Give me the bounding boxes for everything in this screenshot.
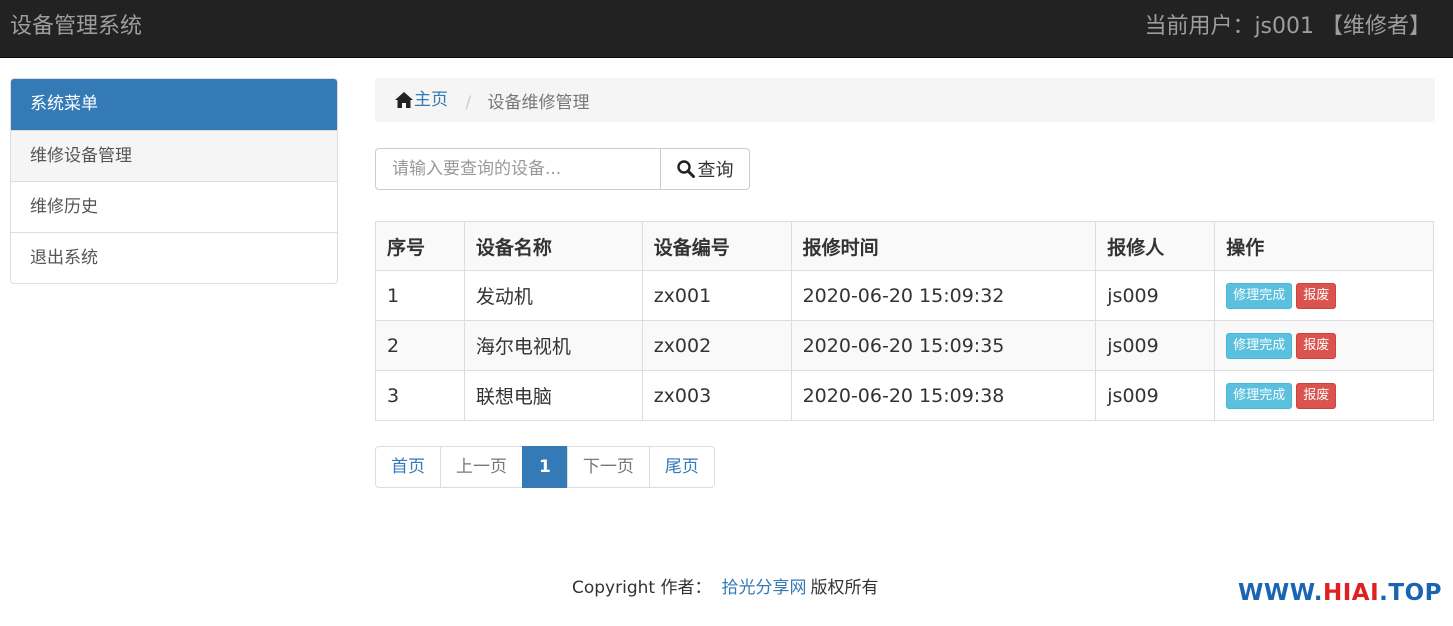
breadcrumb-current: 设备维修管理 [487,93,590,113]
home-icon [395,92,413,108]
sidebar-item-repair-history[interactable]: 维修历史 [11,181,337,232]
cell-no: 3 [375,370,465,421]
search-input[interactable] [375,148,661,190]
table-header-row: 序号 设备名称 设备编号 报修时间 报修人 操作 [375,221,1434,271]
sidebar: 系统菜单 维修设备管理 维修历史 退出系统 [10,78,338,284]
table-row: 2 海尔电视机 zx002 2020-06-20 15:09:35 js009 … [375,320,1434,371]
cell-no: 1 [375,270,465,321]
cell-device-name: 海尔电视机 [463,320,643,371]
cell-reporter: js009 [1095,320,1216,371]
breadcrumb: 主页 / 设备维修管理 [375,78,1435,122]
column-header-report-time: 报修时间 [790,221,1097,271]
column-header-actions: 操作 [1214,221,1434,271]
cell-report-time: 2020-06-20 15:09:32 [790,270,1097,321]
watermark-part-top: .TOP [1379,580,1442,606]
cell-no: 2 [375,320,465,371]
current-user-info: 当前用户：js001 【维修者】 [1144,14,1431,39]
repair-complete-button[interactable]: 修理完成 [1226,332,1293,359]
top-navbar: 设备管理系统 当前用户：js001 【维修者】 [0,0,1453,58]
search-button-label: 查询 [697,160,734,181]
cell-reporter: js009 [1095,270,1216,321]
page-prev-link[interactable]: 上一页 [440,446,523,488]
scrap-button[interactable]: 报废 [1296,382,1337,409]
footer-copyright-suffix: 版权所有 [810,578,879,598]
column-header-device-code: 设备编号 [641,221,792,271]
search-icon [676,160,695,178]
column-header-reporter: 报修人 [1095,221,1216,271]
repair-complete-button[interactable]: 修理完成 [1226,282,1293,309]
footer: Copyright 作者： 拾光分享网 版权所有 [572,576,878,600]
sidebar-item-repair-device-management[interactable]: 维修设备管理 [11,130,337,181]
watermark-part-www: WWW. [1238,580,1323,606]
scrap-button[interactable]: 报废 [1296,332,1337,359]
column-header-no: 序号 [375,221,465,271]
breadcrumb-separator: / [465,93,472,113]
cell-device-code: zx001 [641,270,792,321]
breadcrumb-home-link[interactable]: 主页 [395,78,448,122]
sidebar-item-logout[interactable]: 退出系统 [11,232,337,283]
cell-device-name: 发动机 [463,270,643,321]
watermark-logo: WWW.HIAI.TOP [1238,578,1442,608]
search-bar: 查询 [375,148,750,190]
page-current[interactable]: 1 [522,446,568,488]
cell-device-name: 联想电脑 [463,370,643,421]
search-button[interactable]: 查询 [661,148,750,190]
page-next-link[interactable]: 下一页 [566,446,650,488]
sidebar-heading: 系统菜单 [11,79,337,130]
pagination: 首页 上一页 1 下一页 尾页 [375,446,715,488]
breadcrumb-home-label: 主页 [414,90,448,110]
table-row: 1 发动机 zx001 2020-06-20 15:09:32 js009 修理… [375,270,1434,321]
page-last-link[interactable]: 尾页 [648,446,715,488]
footer-author-link[interactable]: 拾光分享网 [721,578,806,598]
cell-reporter: js009 [1095,370,1216,421]
cell-actions: 修理完成 报废 [1214,270,1434,321]
page-first-link[interactable]: 首页 [375,446,441,488]
repair-device-table: 序号 设备名称 设备编号 报修时间 报修人 操作 1 发动机 zx001 202… [375,221,1434,421]
cell-device-code: zx003 [641,370,792,421]
watermark-part-hiai: HIAI [1322,580,1380,606]
column-header-device-name: 设备名称 [463,221,643,271]
cell-actions: 修理完成 报废 [1214,320,1434,371]
footer-copyright-prefix: Copyright 作者： [572,578,712,598]
cell-report-time: 2020-06-20 15:09:38 [790,370,1097,421]
repair-complete-button[interactable]: 修理完成 [1226,382,1293,409]
scrap-button[interactable]: 报废 [1296,282,1337,309]
table-row: 3 联想电脑 zx003 2020-06-20 15:09:38 js009 修… [375,370,1434,421]
app-brand[interactable]: 设备管理系统 [10,12,142,42]
cell-actions: 修理完成 报废 [1214,370,1434,421]
cell-device-code: zx002 [641,320,792,371]
cell-report-time: 2020-06-20 15:09:35 [790,320,1097,371]
